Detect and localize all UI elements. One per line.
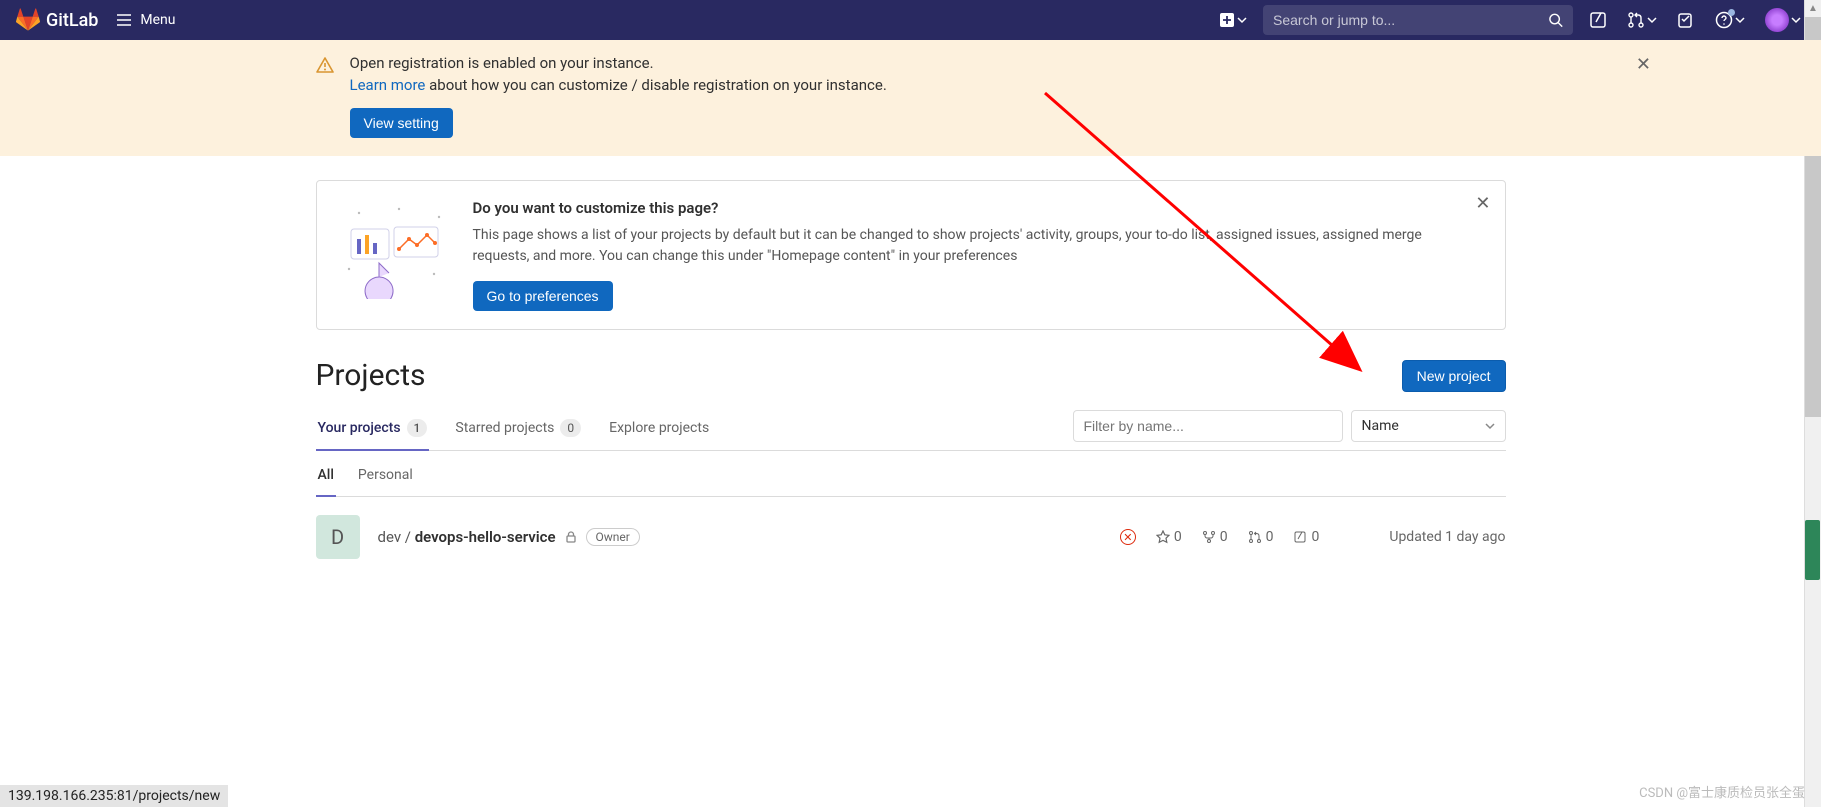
create-new-button[interactable] xyxy=(1215,12,1251,28)
issues-shortcut[interactable] xyxy=(1585,11,1611,29)
close-icon[interactable]: ✕ xyxy=(1636,54,1651,75)
top-navbar: GitLab Menu xyxy=(0,0,1821,40)
project-name-bold: devops-hello-service xyxy=(415,528,556,546)
todos-shortcut[interactable] xyxy=(1673,11,1699,29)
sort-dropdown[interactable]: Name xyxy=(1351,410,1506,442)
tab-explore-projects[interactable]: Explore projects xyxy=(607,408,711,450)
side-indicator xyxy=(1805,520,1820,580)
merge-request-icon xyxy=(1627,11,1645,29)
avatar xyxy=(1765,8,1789,32)
help-menu[interactable] xyxy=(1711,11,1749,29)
search-icon xyxy=(1548,12,1563,28)
question-circle-icon xyxy=(1715,11,1733,29)
menu-label: Menu xyxy=(140,12,175,28)
hamburger-icon xyxy=(116,12,132,28)
watermark: CSDN @富士康质检员张全蛋 xyxy=(1639,782,1805,801)
subtab-personal[interactable]: Personal xyxy=(356,455,415,497)
alert-title: Open registration is enabled on your ins… xyxy=(350,54,1506,72)
chevron-down-icon xyxy=(1647,15,1657,25)
issues-icon xyxy=(1293,530,1307,544)
count-badge: 1 xyxy=(407,419,428,437)
chevron-down-icon xyxy=(1485,421,1495,431)
project-tabs: Your projects 1 Starred projects 0 Explo… xyxy=(316,407,1506,451)
merge-request-icon xyxy=(1248,530,1262,544)
view-setting-button[interactable]: View setting xyxy=(350,108,453,138)
search-input[interactable] xyxy=(1273,12,1548,28)
plus-square-icon xyxy=(1219,12,1235,28)
tab-label: Explore projects xyxy=(609,420,709,436)
filter-input[interactable] xyxy=(1073,410,1343,442)
tab-label: Starred projects xyxy=(455,420,554,436)
issues-icon xyxy=(1589,11,1607,29)
search-box[interactable] xyxy=(1263,5,1573,35)
project-subtabs: All Personal xyxy=(316,455,1506,497)
user-menu[interactable] xyxy=(1761,8,1805,32)
todo-icon xyxy=(1677,11,1695,29)
chevron-down-icon xyxy=(1735,15,1745,25)
stars-stat[interactable]: 0 xyxy=(1156,529,1182,545)
sort-label: Name xyxy=(1362,418,1399,434)
tab-your-projects[interactable]: Your projects 1 xyxy=(316,407,430,451)
customize-desc: This page shows a list of your projects … xyxy=(473,225,1453,267)
alert-description: Learn more about how you can customize /… xyxy=(350,76,1506,94)
page-title: Projects xyxy=(316,358,426,393)
alert-desc-rest: about how you can customize / disable re… xyxy=(425,76,886,94)
project-avatar: D xyxy=(316,515,360,559)
scrollbar-up-icon[interactable]: ▲ xyxy=(1805,0,1821,17)
warning-icon xyxy=(316,56,334,74)
registration-alert: Open registration is enabled on your ins… xyxy=(0,40,1821,156)
close-icon[interactable]: ✕ xyxy=(1475,193,1490,214)
brand-text: GitLab xyxy=(46,10,98,31)
go-to-preferences-button[interactable]: Go to preferences xyxy=(473,281,613,311)
merge-requests-shortcut[interactable] xyxy=(1623,11,1661,29)
chevron-down-icon xyxy=(1237,15,1247,25)
project-list-item[interactable]: D dev / devops-hello-service Owner ✕ 0 0… xyxy=(316,497,1506,577)
project-namespace: dev / xyxy=(378,528,415,546)
customize-title: Do you want to customize this page? xyxy=(473,199,1453,217)
last-updated: Updated 1 day ago xyxy=(1389,529,1505,545)
lock-icon xyxy=(564,530,578,544)
merge-requests-stat[interactable]: 0 xyxy=(1248,529,1274,545)
menu-button[interactable]: Menu xyxy=(116,12,175,28)
tab-label: Your projects xyxy=(318,420,401,436)
forks-stat[interactable]: 0 xyxy=(1202,529,1228,545)
browser-status-bar: 139.198.166.235:81/projects/new xyxy=(0,785,228,807)
tab-starred-projects[interactable]: Starred projects 0 xyxy=(453,407,583,451)
count-badge: 0 xyxy=(560,419,581,437)
gitlab-icon xyxy=(16,8,40,32)
customize-prompt-card: ✕ Do you want to customize this page? Th… xyxy=(316,180,1506,330)
issues-stat[interactable]: 0 xyxy=(1293,529,1319,545)
role-badge: Owner xyxy=(586,528,640,546)
star-icon xyxy=(1156,530,1170,544)
chevron-down-icon xyxy=(1791,15,1801,25)
new-project-button[interactable]: New project xyxy=(1402,360,1506,392)
learn-more-link[interactable]: Learn more xyxy=(350,76,426,94)
pipeline-failed-icon[interactable]: ✕ xyxy=(1120,529,1136,545)
illustration xyxy=(339,199,449,299)
project-name: dev / devops-hello-service xyxy=(378,528,556,546)
subtab-all[interactable]: All xyxy=(316,455,336,497)
fork-icon xyxy=(1202,530,1216,544)
gitlab-logo[interactable]: GitLab xyxy=(16,8,98,32)
